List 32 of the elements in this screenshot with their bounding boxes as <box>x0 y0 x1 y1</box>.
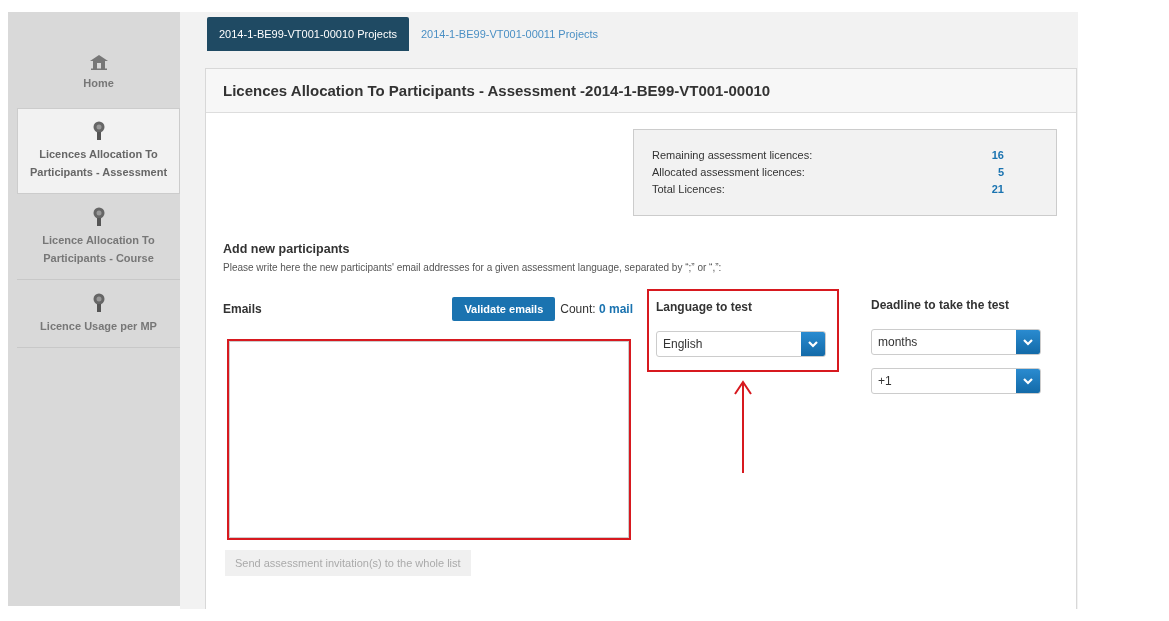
deadline-label: Deadline to take the test <box>871 298 1011 312</box>
sidebar-item[interactable]: Home <box>17 12 180 108</box>
deadline-offset-select[interactable]: +1 <box>871 368 1041 394</box>
instructions-text: Please write here the new participants' email addresses for a given assessment language, separated by “;” or “,”: <box>223 262 723 273</box>
section-heading: Add new participants <box>223 242 351 256</box>
email-count: Count: 0 mail <box>560 302 633 316</box>
house-icon <box>88 54 109 70</box>
panel-title: Licences Allocation To Participants - Assessment -2014-1-BE99-VT001-00010 <box>223 82 771 99</box>
award-icon <box>92 121 105 141</box>
chevron-down-icon <box>1016 369 1040 393</box>
award-icon <box>92 292 105 313</box>
language-label: Language to test <box>656 300 753 314</box>
chevron-down-icon <box>801 332 825 356</box>
emails-label: Emails <box>223 302 262 316</box>
sidebar-item[interactable]: Licences Allocation To Participants - Assessment <box>17 108 180 194</box>
language-select[interactable]: English <box>656 331 826 357</box>
deadline-unit-select[interactable]: months <box>871 329 1041 355</box>
stat-label: Total Licences: <box>652 182 725 197</box>
stat-label: Allocated assessment licences: <box>652 165 805 180</box>
sidebar-item-label: Licence Usage per MP <box>40 318 157 334</box>
sidebar-item-label: Licence Allocation To Participants - Course <box>41 232 156 266</box>
project-tab[interactable]: 2014-1-BE99-VT001-00011 Projects <box>408 17 611 51</box>
award-icon <box>92 206 105 227</box>
sidebar-item-label: Licences Allocation To Participants - Assessment <box>28 147 169 180</box>
stat-label: Remaining assessment licences: <box>652 148 813 163</box>
project-tab[interactable]: 2014-1-BE99-VT001-00010 Projects <box>207 17 409 51</box>
stat-value: 16 <box>991 148 1004 163</box>
stat-value: 5 <box>997 165 1004 180</box>
chevron-down-icon <box>1016 330 1040 354</box>
stat-value: 21 <box>991 182 1004 197</box>
sidebar-item-label: Home <box>83 76 114 91</box>
validate-emails-button[interactable]: Validate emails <box>452 297 556 321</box>
